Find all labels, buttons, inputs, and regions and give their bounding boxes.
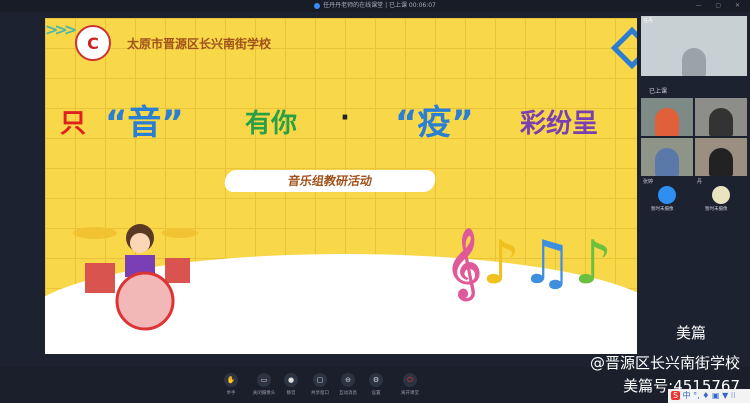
button-label: 共享窗口: [311, 391, 329, 396]
button-label: 举手: [226, 391, 236, 396]
participant-name: 张婷: [643, 179, 654, 185]
mute-button[interactable]: ● 静音: [276, 373, 306, 396]
student-video[interactable]: [641, 138, 693, 176]
person-silhouette: [655, 108, 679, 136]
headline-part: 有你: [245, 109, 298, 139]
sogou-icon: S: [671, 391, 681, 400]
power-icon: ⏻: [403, 373, 417, 387]
person-silhouette: [709, 148, 733, 176]
headline-part: ·: [340, 103, 350, 133]
button-label: 静音: [286, 391, 296, 396]
button-label: 关闭摄像头: [252, 391, 276, 396]
headline-part: 只: [60, 109, 87, 139]
headline-part: “音”: [105, 103, 184, 143]
user-avatar: [658, 186, 676, 204]
ime-toolbar[interactable]: S 中 °, ♦ ▣ ▼ ⁝⁝: [668, 389, 750, 403]
drummer-illustration: [73, 224, 198, 331]
teacher-name: 任丹: [643, 18, 654, 24]
teacher-video[interactable]: 任丹: [641, 16, 747, 76]
music-notes-illustration: 𝄞♪♫♪: [446, 228, 612, 298]
person-silhouette: [655, 148, 679, 176]
settings-button[interactable]: ⚙ 设置: [361, 373, 391, 396]
slide-subtitle: 音乐组教研活动: [223, 170, 437, 192]
shared-slide: >>> C 太原市晋源区长兴南街学校 只 “音” 有你 · “疫” 彩纷呈 音乐…: [45, 18, 637, 354]
mic-icon: ●: [284, 373, 298, 387]
messages-button[interactable]: ⊖ 互动消息: [333, 373, 363, 396]
student-video[interactable]: [641, 98, 693, 136]
gear-icon: ⚙: [369, 373, 383, 387]
camera-button[interactable]: ▭ 关闭摄像头: [249, 373, 279, 396]
ime-status: 中 °, ♦ ▣ ▼ ⁝⁝: [682, 391, 736, 400]
window-controls[interactable]: — ▢ ✕: [695, 0, 746, 12]
section-label: 已上课: [649, 88, 668, 95]
camera-off-status: 暂时未摄像: [705, 207, 728, 212]
person-silhouette: [682, 48, 706, 76]
student-video[interactable]: [695, 98, 747, 136]
button-label: 设置: [371, 391, 381, 396]
user-avatar: [712, 186, 730, 204]
hand-icon: ✋: [224, 373, 238, 387]
class-status: 已上课 00:06:07: [389, 2, 436, 9]
button-label: 离开课堂: [401, 391, 419, 396]
headline-part: 彩纷呈: [520, 109, 599, 139]
school-logo: C: [75, 25, 111, 61]
headline-part: “疫”: [395, 103, 474, 143]
person-silhouette: [709, 108, 733, 136]
diamond-decoration: [610, 26, 637, 70]
chevron-decoration-icon: >>>: [45, 20, 77, 39]
message-icon: ⊖: [341, 373, 355, 387]
watermark-author: @晋源区长兴南街学校: [589, 354, 740, 372]
student-video[interactable]: [695, 138, 747, 176]
school-name: 太原市晋源区长兴南街学校: [127, 37, 272, 51]
app-icon: [314, 2, 321, 9]
camera-icon: ▭: [257, 373, 271, 387]
share-window-button[interactable]: ▢ 共享窗口: [305, 373, 335, 396]
raise-hand-button[interactable]: ✋ 举手: [216, 373, 246, 396]
screen-share-icon: ▢: [313, 373, 327, 387]
participant-name: 丹: [697, 179, 703, 185]
leave-class-button[interactable]: ⏻ 离开课堂: [395, 373, 425, 396]
meipian-logo: 美篇: [676, 324, 707, 342]
slide-headline: 只 “音” 有你 · “疫” 彩纷呈: [60, 103, 630, 153]
camera-off-status: 暂时未摄像: [651, 207, 674, 212]
title-bar: 任丹丹老师的在线课堂 | 已上课 00:06:07 — ▢ ✕: [0, 0, 750, 12]
window-title: 任丹丹老师的在线课堂: [323, 2, 384, 9]
button-label: 互动消息: [339, 391, 357, 396]
